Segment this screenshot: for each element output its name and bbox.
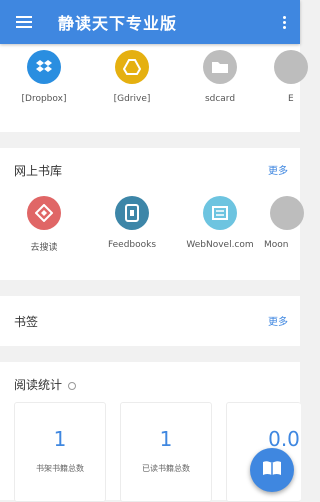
library-item-webnovel[interactable]: WebNovel.com <box>176 196 264 253</box>
storage-item-label: [Gdrive] <box>113 94 151 104</box>
stat-value: 1 <box>159 427 173 451</box>
stat-value: 1 <box>53 427 67 451</box>
section-title: 书签 <box>14 315 39 329</box>
gdrive-icon <box>115 50 149 84</box>
stat-label: 书架书籍总数 <box>36 464 84 473</box>
library-item-label: 去搜读 <box>30 243 58 253</box>
settings-icon[interactable] <box>68 381 77 390</box>
storage-item-label: sdcard <box>204 94 236 104</box>
stat-box-read-total: 1 已读书籍总数 <box>120 402 212 502</box>
storage-item-sdcard[interactable]: sdcard <box>176 50 264 104</box>
menu-icon[interactable] <box>0 0 48 44</box>
stats-title: 阅读统计 <box>14 378 63 392</box>
storage-item-e[interactable]: E <box>264 50 308 104</box>
moon-icon <box>270 196 304 230</box>
library-item-label: Moon <box>264 240 289 250</box>
feedbooks-icon <box>115 196 149 230</box>
library-item-qusoudu[interactable]: 去搜读 <box>0 196 88 253</box>
folder-icon <box>203 50 237 84</box>
stat-box-shelf-total: 1 书架书籍总数 <box>14 402 106 502</box>
webnovel-icon <box>203 196 237 230</box>
library-item-moon[interactable]: Moon <box>264 196 304 253</box>
storage-item-label: [Dropbox] <box>21 94 67 104</box>
folder-icon <box>274 50 308 84</box>
app-bar: 静读天下专业版 <box>0 0 300 44</box>
online-library-more-link[interactable]: 更多 <box>268 162 288 177</box>
storage-item-dropbox[interactable]: [Dropbox] <box>0 50 88 104</box>
stat-label: 已读书籍总数 <box>142 464 190 473</box>
book-icon <box>262 460 282 480</box>
bookmarks-more-link[interactable]: 更多 <box>268 313 288 328</box>
storage-item-label: E <box>288 94 294 104</box>
storage-card: [Dropbox] [Gdrive] sdcard E <box>0 44 308 132</box>
library-item-label: Feedbooks <box>107 240 157 250</box>
library-item-feedbooks[interactable]: Feedbooks <box>88 196 176 253</box>
section-title: 网上书库 <box>14 164 63 178</box>
section-title: 阅读统计 <box>14 376 77 393</box>
dropbox-icon <box>27 50 61 84</box>
more-options-icon[interactable] <box>268 0 300 44</box>
library-item-label: WebNovel.com <box>186 240 254 250</box>
storage-item-gdrive[interactable]: [Gdrive] <box>88 50 176 104</box>
open-book-button[interactable] <box>250 448 294 492</box>
diamond-icon <box>27 196 61 230</box>
app-title: 静读天下专业版 <box>58 14 178 33</box>
online-library-card: 网上书库 更多 去搜读 Feedbooks WebNovel.com Moon <box>0 148 304 280</box>
bookmarks-card: 书签 更多 <box>0 296 300 346</box>
